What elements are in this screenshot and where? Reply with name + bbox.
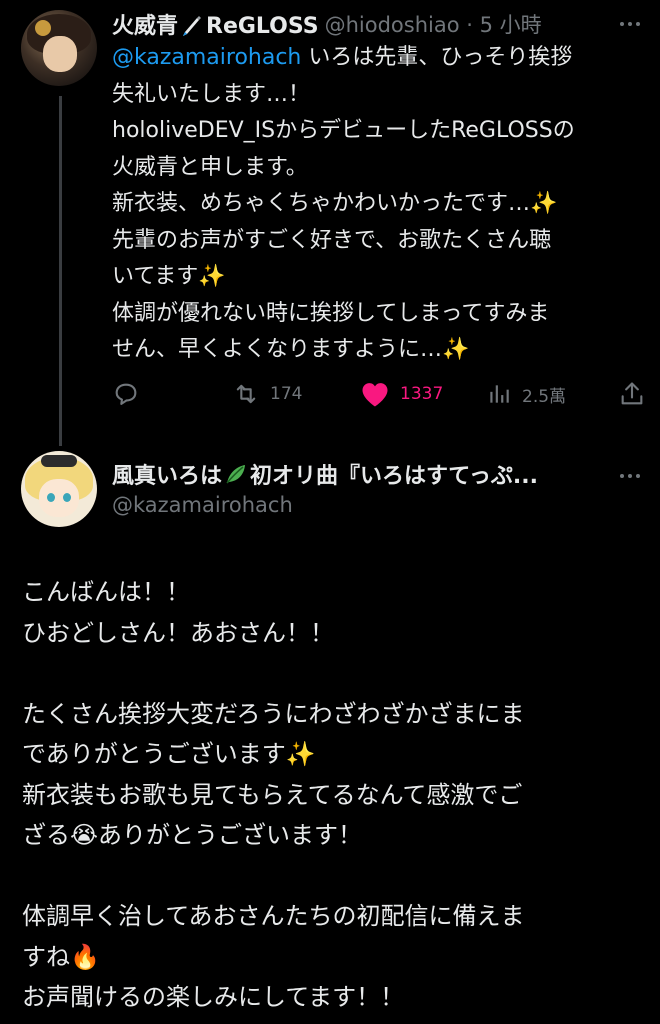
avatar[interactable] xyxy=(21,451,97,527)
sparkles-emoji: ✨ xyxy=(198,264,226,289)
tweet-text: こんばんは！！ ひおどしさん！あおさん！！ たくさん挨拶大変だろうにわざわざかざ… xyxy=(22,578,525,1011)
brush-icon xyxy=(183,16,202,36)
mention-link[interactable]: @kazamairohach xyxy=(112,45,301,70)
views-chart-icon xyxy=(490,385,509,403)
fire-emoji: 🔥 xyxy=(70,942,100,971)
reply-button[interactable] xyxy=(112,376,140,412)
view-count: 2.5萬 xyxy=(522,386,567,407)
like-button[interactable]: 1337 xyxy=(360,376,443,412)
retweet-button[interactable]: 174 xyxy=(232,376,302,412)
like-count: 1337 xyxy=(400,384,444,404)
tweet-text: @kazamairohach いろは先輩、ひっそり挨拶 失礼いたします…！ ho… xyxy=(112,45,575,362)
retweet-icon xyxy=(236,384,256,404)
share-icon xyxy=(621,382,643,405)
tweet-thread-view: 火威青 ReGLOSS @hiodoshiao · 5 小時 @kazamair… xyxy=(0,0,660,1024)
leaf-icon xyxy=(226,465,246,484)
crying-face-emoji: 😭 xyxy=(70,821,99,849)
tweet-actions-bar: 174 1337 2.5萬 xyxy=(108,376,648,412)
handle[interactable]: @kazamairohach xyxy=(112,493,293,517)
sparkles-emoji: ✨ xyxy=(530,191,558,216)
retweet-count: 174 xyxy=(270,384,303,404)
share-button[interactable] xyxy=(618,376,646,412)
tweet-header: 火威青 ReGLOSS @hiodoshiao · 5 小時 xyxy=(112,7,542,41)
handle-and-timestamp[interactable]: @hiodoshiao · 5 小時 xyxy=(325,9,542,39)
views-button[interactable]: 2.5萬 xyxy=(486,376,566,412)
sparkles-emoji: ✨ xyxy=(285,740,316,768)
reply-icon xyxy=(115,383,137,405)
sparkles-emoji: ✨ xyxy=(442,337,470,362)
thread-connector-line xyxy=(59,96,62,446)
display-name[interactable]: 火威青 ReGLOSS xyxy=(112,8,319,40)
heart-icon xyxy=(362,383,388,407)
more-options-icon[interactable] xyxy=(616,10,644,38)
display-name[interactable]: 風真いろは 初オリ曲『いろはすてっぷ... xyxy=(112,458,612,490)
more-options-icon[interactable] xyxy=(616,462,644,490)
avatar[interactable] xyxy=(21,10,97,86)
